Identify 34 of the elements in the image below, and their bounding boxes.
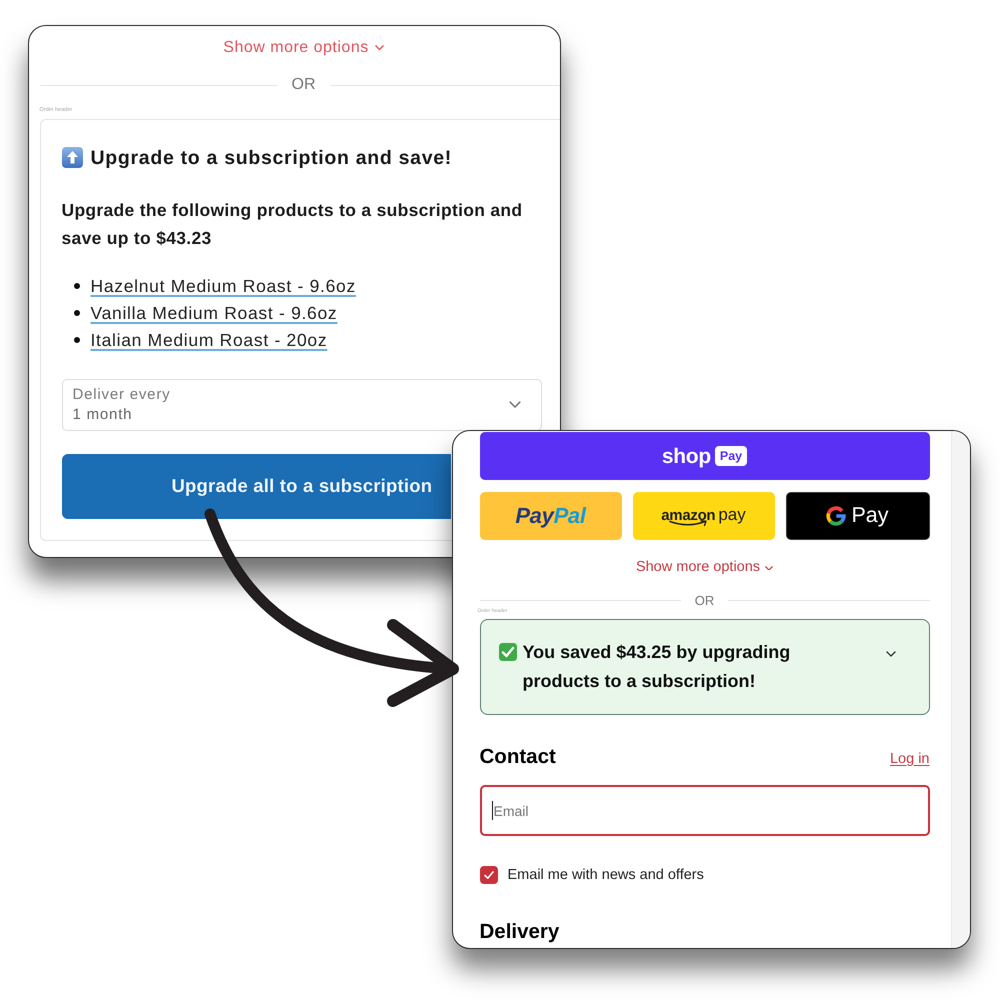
delivery-frequency-select[interactable]: Deliver every 1 month	[62, 378, 542, 430]
savings-message: You saved $43.25 by upgrading products to a subscription!	[522, 641, 792, 693]
g-logo-icon	[826, 506, 846, 526]
product-link[interactable]: Vanilla Medium Roast - 9.6oz	[90, 302, 338, 324]
shop-pay-button[interactable]: shop Pay	[480, 432, 930, 480]
text-cursor-icon	[492, 801, 493, 820]
delivery-heading: Delivery	[480, 920, 560, 944]
amazon-pay-button[interactable]: amazon pay	[632, 492, 774, 540]
divider-text: OR	[694, 594, 714, 606]
chevron-down-icon	[508, 400, 520, 408]
offer-title: Upgrade to a subscription and save!	[90, 146, 452, 170]
contact-heading: Contact	[480, 745, 556, 769]
chevron-down-icon	[886, 651, 896, 657]
divider-text: OR	[292, 77, 316, 93]
email-field[interactable]: Email	[480, 785, 930, 836]
log-in-link[interactable]: Log in	[890, 751, 930, 767]
pay-badge: Pay	[714, 446, 748, 466]
product-link[interactable]: Hazelnut Medium Roast - 9.6oz	[90, 275, 356, 297]
bullet-icon	[74, 337, 80, 343]
google-pay-button[interactable]: Pay	[786, 492, 930, 540]
checkbox[interactable]	[480, 866, 498, 884]
checkbox-label: Email me with news and offers	[508, 867, 704, 883]
upgrade-button[interactable]: Upgrade all to a subscription	[62, 454, 450, 518]
check-mark-icon	[498, 643, 516, 661]
offer-description: Upgrade the following products to a subscription and save up to $43.23	[62, 198, 524, 250]
paypal-button[interactable]: PayPal	[480, 492, 622, 540]
show-more-options-link[interactable]: Show more options	[223, 38, 384, 58]
bullet-icon	[74, 283, 80, 289]
smile-arrow-icon	[669, 520, 710, 527]
bullet-icon	[74, 310, 80, 316]
chevron-down-icon	[765, 566, 774, 570]
chevron-down-icon	[374, 44, 384, 50]
product-link[interactable]: Italian Medium Roast - 20oz	[90, 329, 328, 351]
show-more-options-link[interactable]: Show more options	[636, 559, 774, 577]
